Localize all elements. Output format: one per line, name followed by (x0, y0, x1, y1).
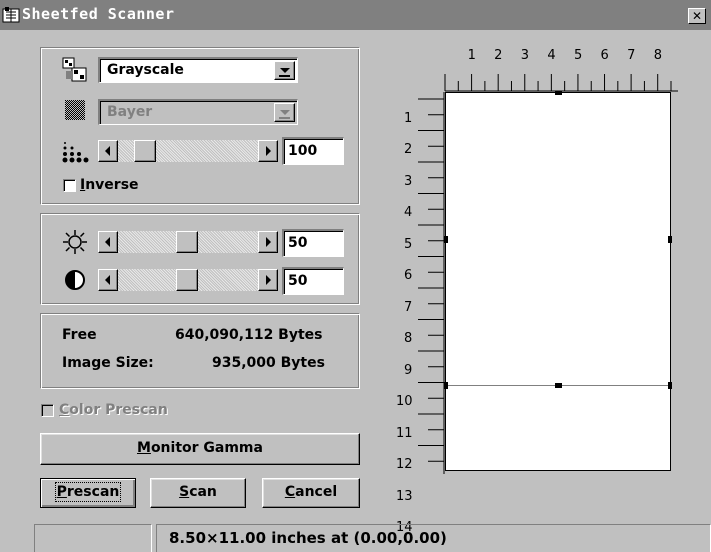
left-ruler-label: 5 (404, 236, 413, 252)
dither-value: Bayer (107, 104, 153, 120)
left-ruler-label: 7 (404, 299, 413, 315)
left-ruler-label: 4 (404, 205, 413, 220)
left-ruler-label: 2 (404, 142, 413, 157)
crop-handle-bottom[interactable] (555, 383, 562, 388)
scroll-right-icon[interactable] (258, 231, 278, 253)
left-ruler-label: 9 (404, 362, 413, 378)
brightness-slider-thumb[interactable] (176, 231, 198, 253)
chevron-down-icon[interactable] (274, 103, 295, 122)
top-ruler-label: 6 (600, 48, 609, 63)
left-ruler-label: 1 (404, 110, 413, 126)
scroll-left-icon[interactable] (98, 269, 118, 291)
status-cell-main: 8.50×11.00 inches at (0.00,0.00) (156, 524, 711, 552)
color-mode-icon (62, 57, 87, 82)
resolution-slider-thumb[interactable] (134, 140, 156, 162)
resolution-value: 100 (288, 143, 318, 159)
close-icon: ✕ (691, 9, 703, 23)
chevron-down-icon[interactable] (274, 61, 295, 80)
dither-select[interactable]: Bayer (98, 99, 298, 125)
monitor-gamma-button[interactable]: Monitor Gamma (40, 433, 360, 465)
scroll-right-icon[interactable] (258, 140, 278, 162)
dither-pattern-icon (65, 100, 85, 120)
color-mode-value: Grayscale (107, 62, 184, 78)
crop-handle-left[interactable] (444, 236, 448, 243)
image-size-value: 935,000 Bytes (212, 355, 325, 371)
left-ruler-label: 10 (396, 394, 413, 409)
contrast-icon (65, 270, 85, 290)
left-ruler-label: 8 (404, 331, 413, 346)
top-ruler-label: 7 (627, 48, 636, 63)
title-bar[interactable]: Sheetfed Scanner ✕ (0, 0, 711, 30)
resolution-dots-icon (62, 142, 89, 163)
contrast-slider-thumb[interactable] (176, 269, 198, 291)
top-ruler-label: 5 (573, 48, 583, 63)
top-ruler-label: 8 (653, 48, 662, 63)
left-ruler-label: 3 (404, 173, 413, 189)
cancel-button[interactable]: Cancel (262, 478, 360, 508)
color-prescan-checkbox[interactable] (41, 404, 54, 417)
brightness-input[interactable]: 50 (282, 229, 344, 257)
status-cell-left (34, 524, 152, 552)
crop-handle-right[interactable] (668, 236, 672, 243)
status-text: 8.50×11.00 inches at (0.00,0.00) (169, 529, 447, 547)
left-ruler-label: 6 (404, 268, 413, 283)
left-ruler-label: 11 (396, 425, 413, 441)
sun-icon (63, 230, 87, 254)
image-size-label: Image Size: (62, 355, 154, 371)
brightness-value: 50 (288, 235, 308, 251)
top-ruler-label: 3 (520, 48, 530, 63)
scanner-app-icon (2, 7, 20, 23)
contrast-input[interactable]: 50 (282, 267, 344, 295)
top-ruler-label: 4 (547, 48, 556, 63)
contrast-value: 50 (288, 273, 308, 289)
info-group (40, 313, 360, 389)
free-memory-value: 640,090,112 Bytes (175, 327, 323, 343)
preview-area[interactable]: 1 2 3 4 5 6 7 8 1 2 3 4 5 6 7 8 9 10 11 12 13 14 (378, 44, 688, 535)
inverse-label[interactable]: Inverse (80, 177, 139, 193)
resolution-slider[interactable] (98, 140, 278, 162)
prescan-button[interactable]: Prescan (40, 478, 136, 508)
brightness-slider[interactable] (98, 231, 278, 253)
scan-button[interactable]: Scan (150, 478, 246, 508)
color-prescan-label[interactable]: Color Prescan (59, 402, 168, 418)
scroll-left-icon[interactable] (98, 140, 118, 162)
left-ruler (418, 92, 445, 474)
window-title: Sheetfed Scanner (22, 5, 175, 23)
contrast-slider[interactable] (98, 269, 278, 291)
left-ruler-label: 12 (396, 457, 413, 472)
crop-handle-bottom-left[interactable] (444, 382, 448, 389)
inverse-checkbox[interactable] (63, 179, 76, 192)
scroll-left-icon[interactable] (98, 231, 118, 253)
preview-page[interactable] (444, 91, 672, 471)
top-ruler-label: 2 (494, 48, 503, 63)
crop-handle-bottom-right[interactable] (668, 382, 672, 389)
color-mode-select[interactable]: Grayscale (98, 57, 298, 83)
free-memory-label: Free (62, 327, 97, 343)
crop-handle-top[interactable] (555, 91, 562, 95)
resolution-input[interactable]: 100 (282, 137, 344, 165)
close-button[interactable]: ✕ (688, 8, 706, 24)
top-ruler-label: 1 (467, 48, 476, 63)
left-ruler-label: 13 (396, 488, 413, 504)
scroll-right-icon[interactable] (258, 269, 278, 291)
